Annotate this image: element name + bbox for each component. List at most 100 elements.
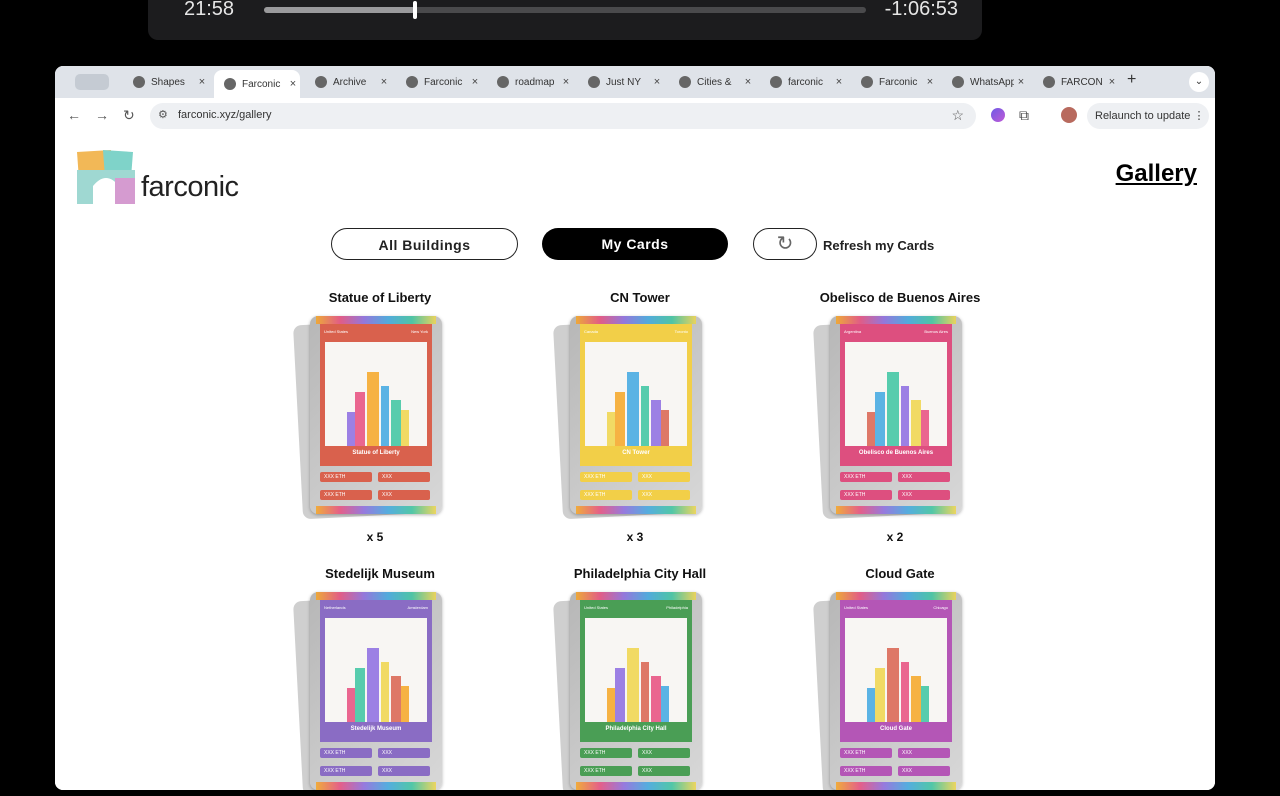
card-location: Canada Toronto (580, 324, 692, 342)
tab-close-icon[interactable]: × (559, 76, 573, 88)
tab-label: farconic (788, 76, 824, 88)
browser-tab[interactable]: Farconic × (851, 70, 937, 94)
card-face: United States Philadelphia Philadelphia Ci… (570, 592, 702, 790)
browser-tab[interactable]: Archive × (305, 70, 391, 94)
farconic-logo-icon[interactable] (75, 148, 137, 204)
tab-label: roadmap (515, 76, 555, 88)
tab-label: Just NY (606, 76, 642, 88)
building-card[interactable]: Argentina Buenos Aires Obelisco de Buenos … (813, 316, 970, 520)
seek-bar[interactable] (264, 1, 866, 19)
tab-close-icon[interactable]: × (195, 76, 209, 88)
refresh-button[interactable]: ↻ (753, 228, 817, 260)
browser-tab[interactable]: Farconic × (214, 70, 300, 98)
card-other-stat: XXX (638, 766, 690, 776)
building-illustration (325, 618, 427, 722)
holo-strip (316, 316, 436, 324)
tab-close-icon[interactable]: × (468, 76, 482, 88)
tab-search-icon[interactable]: ⌄ (1189, 72, 1209, 92)
bookmark-star-icon[interactable]: ☆ (951, 107, 964, 124)
browser-tab[interactable]: Cities & × (669, 70, 755, 94)
relaunch-button[interactable]: Relaunch to update ⋮ (1087, 103, 1209, 129)
new-tab-icon[interactable]: + (1127, 71, 1136, 89)
tab-favicon-icon (588, 76, 600, 88)
building-illustration (325, 342, 427, 446)
tab-group-icon[interactable] (75, 74, 109, 90)
card-location: United States Chicago (840, 600, 952, 618)
card-face: Argentina Buenos Aires Obelisco de Buenos … (830, 316, 962, 514)
tab-favicon-icon (861, 76, 873, 88)
gallery-link[interactable]: Gallery (1116, 160, 1197, 188)
tab-close-icon[interactable]: × (923, 76, 937, 88)
building-card[interactable]: United States Chicago Cloud Gate XXX ETH XXX… (813, 592, 970, 790)
tab-label: WhatsApp (970, 76, 1014, 88)
card-other-stat: XXX (378, 472, 430, 482)
card-face: United States New York Statue of Liberty XX… (310, 316, 442, 514)
skyline-graphic (607, 372, 669, 446)
site-info-icon[interactable]: ⚙ (158, 108, 168, 121)
building-card[interactable]: United States Philadelphia Philadelphia Ci… (553, 592, 710, 790)
card-city: Buenos Aires (924, 329, 948, 334)
card-price-stat: XXX ETH (580, 766, 632, 776)
card-city: Toronto (674, 329, 688, 334)
tab-label: Archive (333, 76, 367, 88)
card-price-stat: XXX ETH (840, 490, 892, 500)
building-card[interactable]: United States New York Statue of Liberty XX… (293, 316, 450, 520)
skyline-graphic (867, 372, 929, 446)
browser-tab[interactable]: FARCON × (1033, 70, 1119, 94)
all-buildings-button[interactable]: All Buildings (331, 228, 518, 260)
tab-close-icon[interactable]: × (377, 76, 391, 88)
my-cards-button[interactable]: My Cards (542, 228, 728, 260)
tab-close-icon[interactable]: × (650, 76, 664, 88)
extension-icon[interactable] (991, 108, 1005, 122)
card-building-name: CN Tower (622, 450, 650, 456)
browser-tab[interactable]: Shapes × (123, 70, 209, 94)
card-country: United States (584, 605, 609, 610)
card-price-stat: XXX ETH (320, 748, 372, 758)
browser-tab[interactable]: roadmap × (487, 70, 573, 94)
card-frame: United States New York Statue of Liberty (320, 324, 432, 466)
card-city: Philadelphia (666, 605, 688, 610)
browser-window: Shapes × Farconic × Archive × Farconic × roadmap… (55, 66, 1215, 790)
forward-icon[interactable]: → (95, 107, 109, 123)
building-card[interactable]: Canada Toronto CN Tower XXX ETH XXX XXX ETH XX… (553, 316, 710, 520)
video-player-bar: 21:58 -1:06:53 (148, 0, 982, 40)
card-title: Obelisco de Buenos Aires (819, 290, 981, 305)
card-location: Netherlands Amsterdam (320, 600, 432, 618)
reload-icon[interactable]: ↻ (123, 107, 135, 124)
holo-strip (836, 316, 956, 324)
building-card[interactable]: Netherlands Amsterdam Stedelijk Museum XXX … (293, 592, 450, 790)
holo-strip (836, 782, 956, 790)
card-building-name: Statue of Liberty (352, 450, 400, 456)
browser-tab[interactable]: Farconic × (396, 70, 482, 94)
card-other-stat: XXX (898, 472, 950, 482)
card-price-stat: XXX ETH (320, 766, 372, 776)
brand-name: farconic (141, 171, 239, 203)
browser-tab[interactable]: farconic × (760, 70, 846, 94)
tab-favicon-icon (406, 76, 418, 88)
address-bar[interactable]: ⚙ farconic.xyz/gallery ☆ (150, 103, 976, 129)
profile-avatar[interactable] (1061, 107, 1077, 123)
browser-tab[interactable]: WhatsApp × (942, 70, 1028, 94)
puzzle-extensions-icon[interactable]: ⧉ (1019, 107, 1029, 124)
card-title: CN Tower (610, 290, 670, 305)
seek-knob[interactable] (413, 1, 417, 19)
card-other-stat: XXX (378, 490, 430, 500)
refresh-label: Refresh my Cards (823, 238, 935, 253)
tab-close-icon[interactable]: × (741, 76, 755, 88)
card-price-stat: XXX ETH (320, 472, 372, 482)
building-illustration (585, 342, 687, 446)
card-city: New York (411, 329, 428, 334)
tab-close-icon[interactable]: × (832, 76, 846, 88)
tab-close-icon[interactable]: × (286, 78, 300, 90)
url-text[interactable]: farconic.xyz/gallery (178, 109, 272, 121)
holo-strip (316, 782, 436, 790)
card-title: Statue of Liberty (328, 290, 432, 305)
tab-close-icon[interactable]: × (1014, 76, 1028, 88)
back-icon[interactable]: ← (67, 107, 81, 123)
holo-strip (576, 592, 696, 600)
refresh-icon: ↻ (776, 233, 794, 255)
card-face: Canada Toronto CN Tower XXX ETH XXX XXX ETH XX… (570, 316, 702, 514)
tab-label: Cities & (697, 76, 732, 88)
browser-tab[interactable]: Just NY × (578, 70, 664, 94)
tab-close-icon[interactable]: × (1105, 76, 1119, 88)
